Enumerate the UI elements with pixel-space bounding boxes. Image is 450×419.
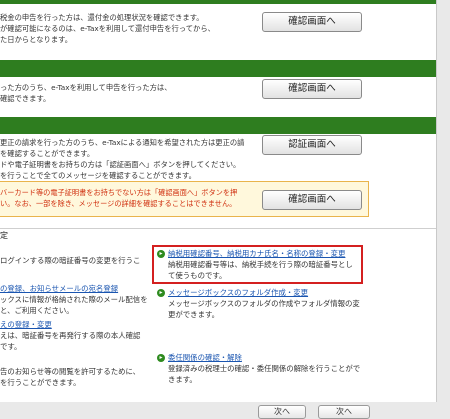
description-line: 税金の申告を行った方は、還付金の処理状況を確認できます。 [0,13,204,22]
notice-description: 更正の請求を行った方のうち、e-Taxによる通知を希望された方は更正の請 を確認… [0,137,252,181]
no-certificate-warning-box: バーカード等の電子証明書をお持ちでない方は「確認画面へ」ボタンを押 い。なお、一… [0,181,369,217]
arrow-circle-icon: ▸ [157,289,165,297]
arrow-circle-icon: ▸ [157,250,165,258]
email-registration-description: ックスに情報が格納された際のメール配信を と、ご利用ください。 [0,295,150,316]
description-line: きます。 [168,374,197,384]
warning-line: い。なお、一部を除き、メッセージの詳細を確認することはできません。 [0,199,237,208]
password-change-description: ログインする際の暗証番号の変更を行うこ [0,256,150,267]
refund-status-description: 税金の申告を行った方は、還付金の処理状況を確認できます。 が確認可能になるのは、… [0,12,252,45]
description-line: メッセージボックスのフォルダの作成やフォルダ情報の変 [168,299,360,308]
description-line: と、ご利用ください。 [0,305,74,315]
description-line: ドや電子証明書をお持ちの方は「認証画面へ」ボタンを押してください。 [0,160,241,169]
description-line: を確認することができます。 [0,149,95,158]
description-line: 確認できます。 [0,94,51,103]
filing-history-description: った方のうち、e-Taxを利用して申告を行った方は、 確認できます。 [0,82,252,104]
tax-payment-id-description: 納税用確認番号等は、納税手続を行う際の暗証番号とし て使うものです。 [168,260,360,281]
description-line: 更ができます。 [168,309,219,319]
arrow-circle-icon: ▸ [157,354,165,362]
secret-question-link[interactable]: えの登録・変更 [0,320,150,330]
description-line: です。 [0,341,22,351]
footer-right-button[interactable]: 次へ [318,405,370,419]
description-line: 登録済みの税理士の確認・委任関係の解除を行うことがで [168,364,361,373]
delegation-description: 告のお知らせ等の閲覧を許可するために、 を行うことができます。 [0,367,150,388]
warning-line: バーカード等の電子証明書をお持ちでない方は「確認画面へ」ボタンを押 [0,188,238,197]
message-folder-link[interactable]: メッセージボックスのフォルダ作成・変更 [168,288,368,298]
section-header-bar [0,117,436,134]
section-divider [0,228,436,229]
settings-heading: 定 [0,231,8,240]
main-panel: 税金の申告を行った方は、還付金の処理状況を確認できます。 が確認可能になるのは、… [0,0,437,402]
footer-left-button[interactable]: 次へ [258,405,306,419]
description-line: 更正の請求を行った方のうち、e-Taxによる通知を希望された方は更正の請 [0,138,245,147]
authenticate-button[interactable]: 認証画面へ [262,135,362,155]
description-line: ックスに情報が格納された際のメール配信を [0,295,148,304]
section-header-bar [0,60,436,77]
description-line: ログインする際の暗証番号の変更を行うこ [0,256,141,265]
refund-status-confirm-button[interactable]: 確認画面へ [262,12,362,32]
description-line: を行うことができます。 [0,377,81,387]
section-header-bar [0,0,436,4]
description-line: た日からとなります。 [0,35,73,44]
description-line: 告のお知らせ等の閲覧を許可するために、 [0,367,141,376]
secret-question-description: えは、暗証番号を再発行する際の本人確認 です。 [0,331,150,352]
tax-payment-id-registration-link[interactable]: 納税用確認番号、納税用カナ氏名・名称の登録・変更 [168,249,360,259]
email-registration-link[interactable]: の登録、お知らせメールの宛名登録 [0,284,150,294]
description-line: えは、暗証番号を再発行する際の本人確認 [0,331,141,340]
delegation-confirm-description: 登録済みの税理士の確認・委任関係の解除を行うことがで きます。 [168,364,368,385]
filing-history-confirm-button[interactable]: 確認画面へ [262,79,362,99]
warning-confirm-button[interactable]: 確認画面へ [262,190,362,210]
message-folder-description: メッセージボックスのフォルダの作成やフォルダ情報の変 更ができます。 [168,299,368,320]
description-line: が確認可能になるのは、e-Taxを利用して還付申告を行ってから、 [0,24,215,33]
description-line: った方のうち、e-Taxを利用して申告を行った方は、 [0,83,172,92]
description-line: て使うものです。 [168,270,227,280]
delegation-confirm-link[interactable]: 委任関係の確認・解除 [168,353,368,363]
description-line: を行うことで全てのメッセージを確認することができます。 [0,171,196,180]
warning-text: バーカード等の電子証明書をお持ちでない方は「確認画面へ」ボタンを押 い。なお、一… [0,187,260,209]
description-line: 納税用確認番号等は、納税手続を行う際の暗証番号とし [168,260,353,269]
